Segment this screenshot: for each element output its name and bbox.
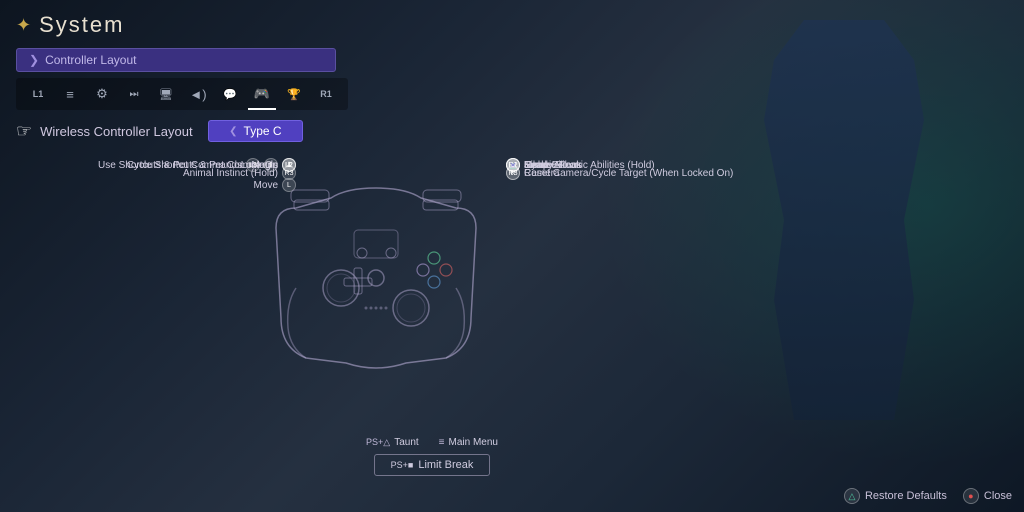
controller-diagram: Lock On L1 Magic L2 Use Shortcuts & Pet … [26, 158, 676, 428]
tabs-row: L1 ≡ ⚙ ⏭ 🖥 ◄) 💬 🎮 🏆 R1 [16, 78, 348, 110]
tab-l1[interactable]: L1 [24, 82, 52, 106]
tab-gear[interactable]: ⚙ [88, 82, 116, 106]
limit-break-label: Limit Break [418, 459, 473, 471]
restore-defaults-btn-icon: △ [844, 488, 860, 504]
tab-speech[interactable]: 💬 [216, 82, 244, 106]
limit-break-icon: PS+■ [391, 460, 414, 470]
taunt-icon: PS+△ [366, 437, 390, 448]
bottom-bar: △ Restore Defaults ● Close [844, 488, 1012, 504]
controller-layout-bar[interactable]: ❯ Controller Layout [16, 48, 336, 72]
close-btn-icon: ● [963, 488, 979, 504]
system-icon: ✦ [16, 15, 31, 36]
taunt-menu-row: PS+△ Taunt ≡ Main Menu [366, 437, 498, 448]
controller-setting-row: ☞ Wireless Controller Layout ❮ Type C [16, 120, 1008, 142]
tab-sound[interactable]: ◄) [184, 82, 212, 106]
tab-trophy[interactable]: 🏆 [280, 82, 308, 106]
setting-value-text: Type C [244, 124, 282, 138]
header: ✦ System [16, 12, 1008, 38]
controller-svg-container [266, 148, 486, 408]
tab-list[interactable]: ≡ [56, 82, 84, 106]
restore-defaults-action[interactable]: △ Restore Defaults [844, 488, 947, 504]
animal-instinct-text: Animal Instinct (Hold) [183, 168, 278, 179]
content-area: ✦ System ❯ Controller Layout L1 ≡ ⚙ ⏭ 🖥 … [0, 0, 1024, 512]
tab-r1[interactable]: R1 [312, 82, 340, 106]
close-action[interactable]: ● Close [963, 488, 1012, 504]
menu-item: ≡ Main Menu [439, 437, 498, 448]
tab-display[interactable]: 🖥 [152, 82, 180, 106]
limit-break-button[interactable]: PS+■ Limit Break [374, 454, 491, 476]
setting-arrow-left: ❮ [229, 126, 237, 137]
bottom-buttons: PS+△ Taunt ≡ Main Menu PS+■ Limit Break [366, 437, 498, 476]
tab-media[interactable]: ⏭ [120, 82, 148, 106]
reset-camera-text: Reset Camera/Cycle Target (When Locked O… [524, 168, 733, 179]
taunt-item: PS+△ Taunt [366, 437, 419, 448]
taunt-label: Taunt [394, 437, 418, 448]
restore-defaults-label: Restore Defaults [865, 490, 947, 502]
menu-label: Main Menu [449, 437, 498, 448]
page-title: System [39, 12, 124, 38]
wireless-setting-label: Wireless Controller Layout [40, 124, 200, 139]
menu-icon: ≡ [439, 437, 445, 448]
label-reset-camera: R3 Reset Camera/Cycle Target (When Locke… [506, 166, 733, 180]
close-label: Close [984, 490, 1012, 502]
layout-bar-label: Controller Layout [45, 53, 136, 67]
tab-controller[interactable]: 🎮 [248, 82, 276, 106]
controller-svg [266, 148, 486, 388]
wireless-setting-value[interactable]: ❮ Type C [208, 120, 302, 142]
reset-camera-btn: R3 [506, 166, 520, 180]
hand-icon: ☞ [16, 121, 32, 142]
layout-bar-arrow: ❯ [29, 53, 39, 67]
